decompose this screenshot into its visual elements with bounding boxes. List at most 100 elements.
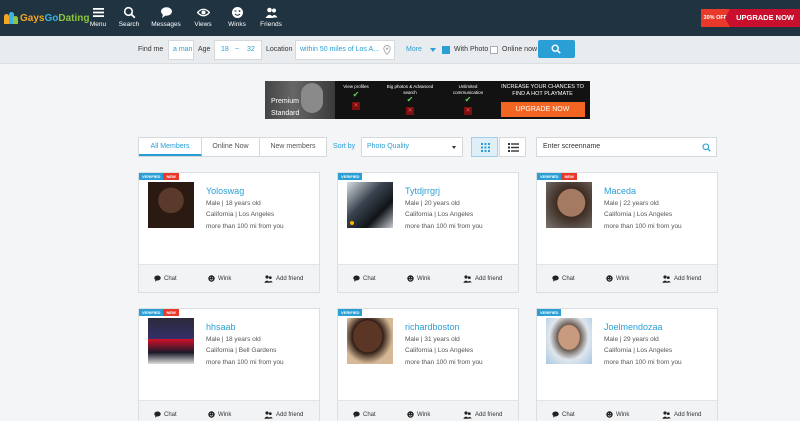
tab-all-members[interactable]: All Members [139,138,202,156]
chat-button[interactable]: Chat [154,411,177,418]
more-filters-toggle[interactable]: More [406,46,422,53]
online-now-label: Online now [502,46,538,53]
age-max[interactable]: 32 [247,46,255,53]
feature-label: Big photos & Advanced search [386,84,434,95]
age-min[interactable]: 18 [221,46,229,53]
screenname-search-input[interactable]: Enter screenname [536,137,717,157]
wink-label: Wink [218,275,232,282]
add-friend-label: Add friend [674,412,702,418]
wink-label: Wink [417,275,431,282]
add-friend-button[interactable]: Add friend [264,411,303,419]
member-photo[interactable] [148,318,194,364]
chevron-down-icon [452,146,456,149]
member-name[interactable]: Tytdjrrgrj [405,186,440,196]
member-distance: more than 100 mi from you [405,223,483,230]
list-icon [508,143,519,152]
wink-button[interactable]: Wink [606,411,629,418]
grid-view-button[interactable] [471,137,498,157]
find-me-label: Find me [138,46,164,53]
chat-bubble-icon [552,275,559,282]
location-value: within 50 miles of Los A... [300,46,379,53]
wink-label: Wink [616,275,630,282]
wink-button[interactable]: Wink [208,275,231,282]
chat-button[interactable]: Chat [353,411,376,418]
add-friend-button[interactable]: Add friend [463,275,502,283]
nav-winks[interactable]: Winks [220,6,254,28]
member-distance: more than 100 mi from you [206,223,284,230]
member-location: California | Los Angeles [405,211,474,218]
wink-button[interactable]: Wink [407,275,430,282]
chat-label: Chat [363,275,376,282]
member-name[interactable]: Yoloswag [206,186,244,196]
member-photo[interactable] [148,182,194,228]
friends-icon [463,411,472,419]
brand-logo[interactable]: Gays Go Dating [4,10,89,26]
menu-icon [92,8,104,17]
sort-select[interactable]: Photo Quality [361,137,463,157]
find-me-select[interactable]: a man [168,40,194,60]
search-bar: Find me a man Age 18 ~ 32 Location withi… [0,36,800,64]
nav-search[interactable]: Search [112,6,146,28]
nav-messages-label: Messages [151,21,181,28]
with-photo-checkbox[interactable] [442,46,450,54]
member-card[interactable]: VERIFIED Joelmendozaa Male | 29 years ol… [536,308,718,421]
nav-search-label: Search [118,21,140,28]
premium-upgrade-banner[interactable]: Premium Standard View profiles ✔ ✕ Big p… [265,81,590,119]
location-field[interactable]: within 50 miles of Los A... [295,40,395,60]
nav-menu-label: Menu [89,21,107,28]
chat-button[interactable]: Chat [552,275,575,282]
eye-icon [196,8,210,17]
upgrade-now-button[interactable]: UPGRADE NOW [725,9,800,27]
wink-button[interactable]: Wink [407,411,430,418]
member-photo[interactable] [347,318,393,364]
nav-friends[interactable]: Friends [254,6,288,28]
banner-upgrade-button[interactable]: UPGRADE NOW [500,102,585,117]
member-photo[interactable] [546,182,592,228]
chat-button[interactable]: Chat [154,275,177,282]
add-friend-button[interactable]: Add friend [662,275,701,283]
member-card[interactable]: VERIFIED Tytdjrrgrj Male | 20 years old … [337,172,519,293]
upgrade-promo[interactable]: 30% OFF UPGRADE NOW [700,9,800,27]
wink-button[interactable]: Wink [208,411,231,418]
member-location: California | Los Angeles [206,211,275,218]
member-name[interactable]: richardboston [405,322,460,332]
member-photo[interactable] [347,182,393,228]
member-card[interactable]: VERIFIED NEW hhsaab Male | 18 years old C… [138,308,320,421]
search-submit-button[interactable] [538,40,575,58]
member-card[interactable]: VERIFIED richardboston Male | 31 years o… [337,308,519,421]
member-details: Male | 20 years old [405,200,460,207]
member-distance: more than 100 mi from you [206,359,284,366]
tab-new-members[interactable]: New members [260,138,326,156]
friends-icon [662,275,671,283]
chat-bubble-icon [154,411,161,418]
main-nav: Menu Search Messages Views Winks Friends [84,6,288,28]
nav-views[interactable]: Views [186,6,220,28]
member-name[interactable]: hhsaab [206,322,236,332]
nav-menu[interactable]: Menu [84,6,112,28]
list-view-button[interactable] [499,137,526,157]
add-friend-button[interactable]: Add friend [662,411,701,419]
member-name[interactable]: Joelmendozaa [604,322,663,332]
member-distance: more than 100 mi from you [405,359,483,366]
online-now-checkbox[interactable] [490,46,498,54]
wink-label: Wink [417,411,431,418]
add-friend-button[interactable]: Add friend [463,411,502,419]
add-friend-label: Add friend [276,276,304,282]
wink-label: Wink [218,411,232,418]
nav-messages[interactable]: Messages [146,6,186,28]
card-badges: VERIFIED NEW [139,309,179,316]
search-icon [551,44,561,54]
chat-button[interactable]: Chat [552,411,575,418]
add-friend-button[interactable]: Add friend [264,275,303,283]
verified-badge: VERIFIED [537,309,562,316]
member-card[interactable]: VERIFIED NEW Yoloswag Male | 18 years old… [138,172,320,293]
friends-icon [463,275,472,283]
wink-button[interactable]: Wink [606,275,629,282]
member-name[interactable]: Maceda [604,186,636,196]
member-photo[interactable] [546,318,592,364]
tab-online-now[interactable]: Online Now [202,138,260,156]
chat-button[interactable]: Chat [353,275,376,282]
member-details: Male | 22 years old [604,200,659,207]
member-card[interactable]: VERIFIED NEW Maceda Male | 22 years old C… [536,172,718,293]
friends-icon [662,411,671,419]
